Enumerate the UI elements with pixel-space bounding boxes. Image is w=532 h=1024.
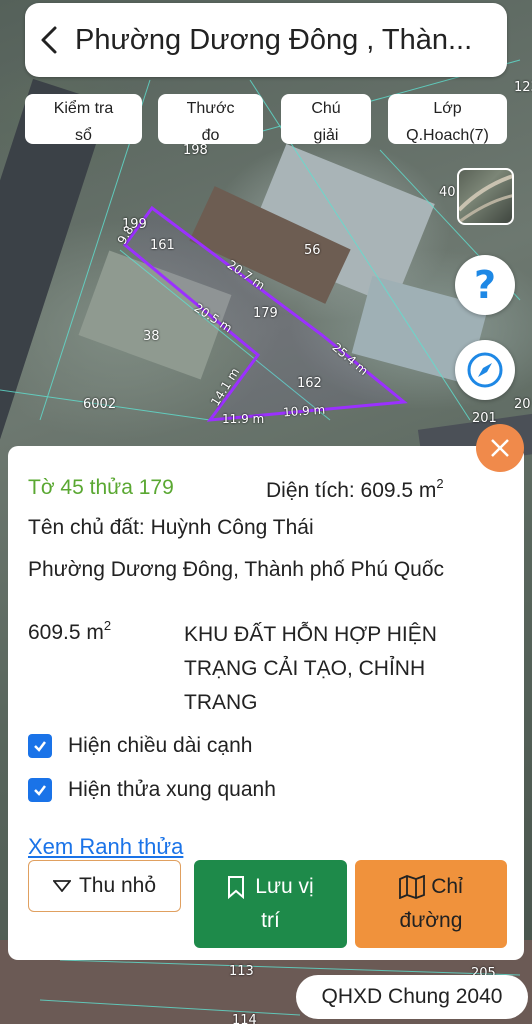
- plot-number: 179: [253, 306, 278, 321]
- legend-button[interactable]: Chú giải: [281, 94, 371, 144]
- plot-number: 20: [514, 397, 531, 412]
- area-text: Diện tích: 609.5 m: [266, 479, 437, 502]
- edge-length-label: 10.9 m: [282, 402, 326, 420]
- checkbox-label: Hiện thửa xung quanh: [68, 778, 276, 801]
- button-label: Lưu vị: [255, 875, 314, 898]
- header-bar: Phường Dương Đông , Thàn...: [25, 3, 507, 77]
- zone-description: KHU ĐẤT HỖN HỢP HIỆN TRẠNG CẢI TẠO, CHỈN…: [184, 623, 437, 714]
- triangle-down-icon: [52, 880, 71, 892]
- compass-button[interactable]: [455, 340, 515, 400]
- show-neighbors-checkbox[interactable]: Hiện thửa xung quanh: [28, 778, 276, 802]
- parcel-area: Diện tích: 609.5 m2: [266, 476, 444, 503]
- parcel-address: Phường Dương Đông, Thành phố Phú Quốc: [28, 558, 445, 581]
- checkbox-checked-icon: [28, 778, 52, 802]
- edge-length-label: 11.9 m: [222, 412, 265, 426]
- plot-number: 161: [150, 238, 175, 253]
- button-label: giải: [313, 127, 339, 144]
- plot-number: 114: [232, 1013, 257, 1024]
- button-label: trí: [261, 909, 280, 932]
- close-icon: [491, 439, 509, 457]
- map-icon: [399, 875, 426, 899]
- collapse-button[interactable]: Thu nhỏ: [28, 860, 181, 912]
- plot-number: 123: [514, 80, 532, 95]
- button-label: đo: [201, 127, 220, 144]
- close-sheet-button[interactable]: [476, 424, 524, 472]
- button-label: Kiểm tra: [53, 100, 114, 117]
- button-label: Q.Hoach(7): [406, 127, 489, 144]
- satellite-layer-icon: [459, 174, 512, 223]
- plot-number: 162: [297, 376, 322, 391]
- back-arrow-icon[interactable]: [25, 3, 75, 77]
- button-label: sổ: [75, 127, 92, 144]
- plot-number: 113: [229, 964, 254, 979]
- owner-name: Tên chủ đất: Huỳnh Công Thái: [28, 516, 314, 539]
- save-location-button[interactable]: Lưu vị trí: [194, 860, 347, 948]
- layer-button[interactable]: Lớp Q.Hoach(7): [388, 94, 507, 144]
- button-label: Thước: [186, 100, 235, 117]
- question-icon: ?: [473, 263, 497, 307]
- zone-area-sup: 2: [103, 618, 112, 633]
- bookmark-icon: [228, 876, 245, 899]
- page-title: Phường Dương Đông , Thàn...: [75, 23, 473, 56]
- ruler-button[interactable]: Thước đo: [158, 94, 263, 144]
- directions-button[interactable]: Chỉ đường: [355, 860, 507, 948]
- button-label: đường: [399, 909, 463, 932]
- button-label: Thu nhỏ: [78, 874, 157, 897]
- plot-number: 38: [143, 329, 160, 344]
- parcel-title: Tờ 45 thửa 179: [28, 476, 174, 499]
- checkbox-label: Hiện chiều dài cạnh: [68, 734, 253, 757]
- compass-icon: [467, 352, 503, 388]
- help-button[interactable]: ?: [455, 255, 515, 315]
- area-unit-sup: 2: [436, 476, 444, 491]
- zone-area: 609.5 m2: [28, 618, 111, 645]
- view-boundary-link[interactable]: Xem Ranh thửa: [28, 834, 183, 860]
- zone-area-text: 609.5 m: [28, 621, 104, 644]
- button-label: Chỉ: [431, 875, 463, 898]
- plot-number: 198: [183, 143, 208, 158]
- plot-number: 56: [304, 243, 321, 258]
- checkbox-checked-icon: [28, 734, 52, 758]
- button-label: Lớp: [433, 100, 462, 117]
- plot-number: 6002: [83, 397, 117, 412]
- base-layer-thumbnail[interactable]: [457, 168, 514, 225]
- button-label: Chú: [311, 100, 341, 117]
- plot-number: 40: [439, 185, 456, 200]
- check-book-button[interactable]: Kiểm tra sổ: [25, 94, 142, 144]
- planning-layer-badge[interactable]: QHXD Chung 2040: [296, 975, 528, 1019]
- show-edge-lengths-checkbox[interactable]: Hiện chiều dài cạnh: [28, 734, 252, 758]
